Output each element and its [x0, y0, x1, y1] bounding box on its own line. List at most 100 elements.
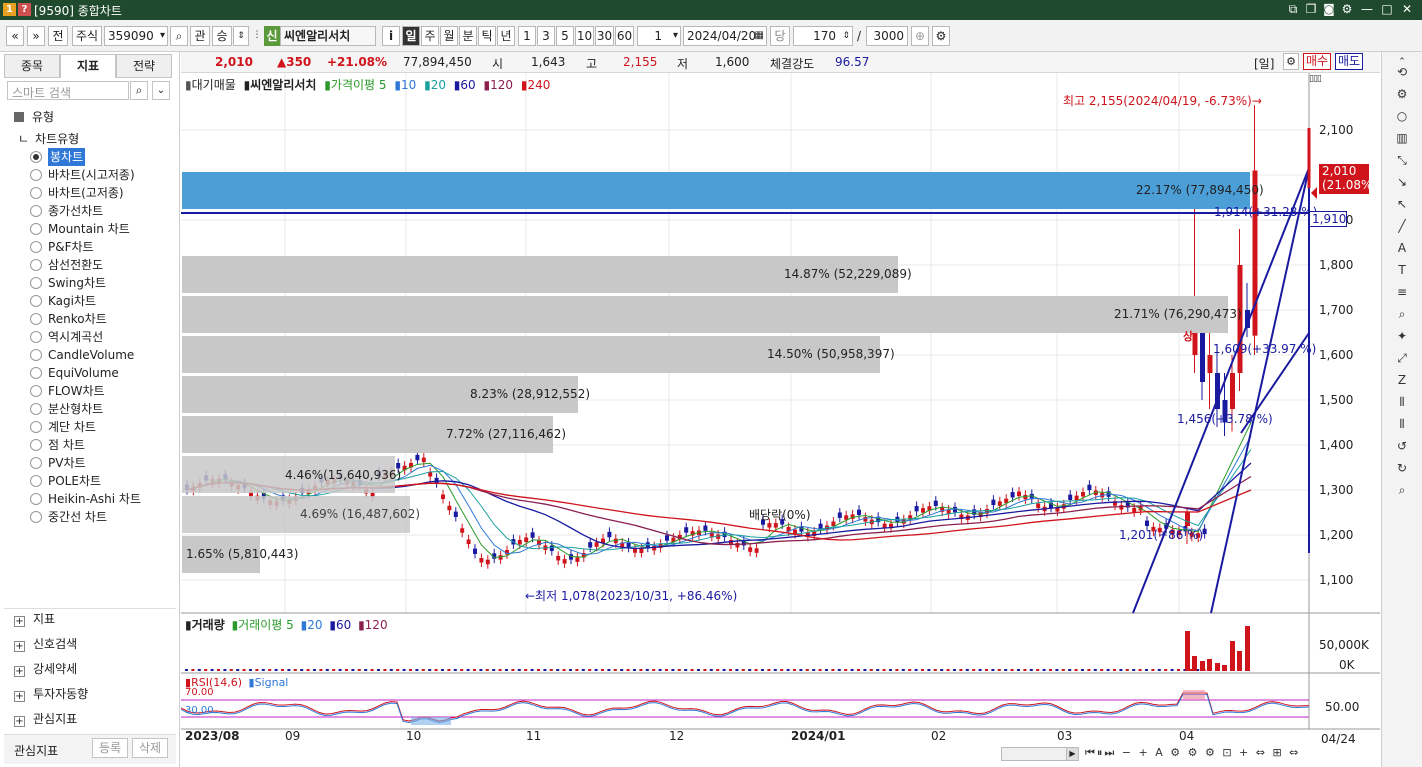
count-input[interactable]: 170 ⇕	[793, 26, 853, 46]
delete-button[interactable]: 삭제	[132, 738, 168, 758]
undo-icon[interactable]: ↺	[1391, 436, 1413, 456]
chevron-down-icon[interactable]: ▾	[160, 27, 165, 45]
collapse-icon[interactable]: ⌄	[152, 81, 170, 100]
axis-mode-icon[interactable]: ▯▯▯	[1309, 74, 1322, 84]
radio-icon[interactable]	[30, 511, 42, 523]
chart-gear-icon[interactable]: ⚙	[1283, 53, 1299, 70]
radio-icon[interactable]	[30, 295, 42, 307]
trend-icon[interactable]: ↘	[1391, 172, 1413, 192]
radio-icon[interactable]	[30, 349, 42, 361]
period-tick-button[interactable]: 틱	[478, 26, 496, 46]
minute-5-button[interactable]: 5	[556, 26, 574, 46]
fibo-icon[interactable]: ≡	[1391, 282, 1413, 302]
auto-icon[interactable]: A	[1391, 238, 1413, 258]
tab-strategy[interactable]: 전략	[116, 54, 172, 78]
total-input[interactable]: 3000	[866, 26, 908, 46]
gear-icon[interactable]: ⚙	[1338, 1, 1356, 18]
period-year-button[interactable]: 년	[497, 26, 515, 46]
minute-10-button[interactable]: 10	[575, 26, 594, 46]
bars2-icon[interactable]: ⦀	[1391, 414, 1413, 434]
radio-icon[interactable]	[30, 187, 42, 199]
section-0[interactable]: + 지표	[14, 608, 55, 630]
section-3[interactable]: + 투자자동향	[14, 683, 88, 705]
spinner-icon[interactable]: ⇕	[233, 26, 249, 46]
line-icon[interactable]: ╱	[1391, 216, 1413, 236]
minute-3-button[interactable]: 3	[537, 26, 555, 46]
radio-icon[interactable]	[30, 169, 42, 181]
zigzag-icon[interactable]: Z	[1391, 370, 1413, 390]
scale-icon[interactable]: ⤢	[1391, 348, 1413, 368]
radio-icon[interactable]	[30, 259, 42, 271]
bars-icon[interactable]: ⦀	[1391, 392, 1413, 412]
maximize-icon[interactable]: □	[1378, 1, 1396, 18]
minute-1-button[interactable]: 1	[518, 26, 536, 46]
radio-icon[interactable]	[30, 367, 42, 379]
chart-area[interactable]: 2,010 ▲350 +21.08% 77,894,450 시 1,643 고 …	[181, 52, 1380, 767]
expand-icon[interactable]: +	[14, 616, 25, 627]
calendar-icon[interactable]: ▦	[755, 27, 764, 45]
link-icon[interactable]: ⧉	[1284, 1, 1302, 18]
info-button[interactable]: i	[382, 26, 400, 46]
chart-scrollbar[interactable]: ▶	[1001, 747, 1079, 761]
radio-icon[interactable]	[30, 241, 42, 253]
radio-icon[interactable]	[30, 223, 42, 235]
spinner-icon[interactable]: ⇕	[842, 27, 850, 45]
minute-60-button[interactable]: 60	[615, 26, 634, 46]
market-select[interactable]: 주식	[72, 26, 102, 46]
radio-icon[interactable]	[30, 457, 42, 469]
radio-icon[interactable]	[30, 421, 42, 433]
section-4[interactable]: + 관심지표	[14, 708, 77, 730]
circle-icon[interactable]: ○	[1391, 106, 1413, 126]
prev-button[interactable]: «	[6, 26, 24, 46]
radio-icon[interactable]	[30, 475, 42, 487]
period-month-button[interactable]: 월	[440, 26, 458, 46]
bar-icon[interactable]: ▥	[1391, 128, 1413, 148]
copy-icon[interactable]: ❐	[1302, 1, 1320, 18]
register-button[interactable]: 등록	[92, 738, 128, 758]
close-icon[interactable]: ✕	[1398, 1, 1416, 18]
section-1[interactable]: + 신호검색	[14, 633, 77, 655]
minimize-icon[interactable]: —	[1358, 1, 1376, 18]
smart-search-input[interactable]: 스마트 검색	[7, 81, 129, 100]
radio-icon[interactable]	[30, 493, 42, 505]
radio-icon[interactable]	[30, 331, 42, 343]
search-icon[interactable]: ⌕	[130, 81, 148, 100]
period-minute-button[interactable]: 분	[459, 26, 477, 46]
search-icon[interactable]: ⌕	[1391, 480, 1413, 500]
cursor-icon[interactable]: ↖	[1391, 194, 1413, 214]
next-button[interactable]: »	[27, 26, 45, 46]
radio-icon[interactable]	[30, 151, 42, 163]
refresh-icon[interactable]: ⟲	[1391, 62, 1413, 82]
interval-input[interactable]: 1 ▾	[637, 26, 681, 46]
question-icon[interactable]: ?	[18, 3, 31, 16]
seung-button[interactable]: 승	[212, 26, 232, 46]
expand-icon[interactable]: +	[14, 666, 25, 677]
radio-icon[interactable]	[30, 277, 42, 289]
settings-gear-icon[interactable]: ⚙	[932, 26, 950, 46]
radio-icon[interactable]	[30, 439, 42, 451]
period-day-button[interactable]: 일	[402, 26, 420, 46]
buy-button[interactable]: 매수	[1303, 53, 1331, 70]
more-icon[interactable]: ⋮	[252, 26, 262, 46]
expand-icon[interactable]: +	[14, 691, 25, 702]
date-input[interactable]: 2024/04/20 ▦	[683, 26, 767, 46]
code-input[interactable]: 359090 ▾	[104, 26, 168, 46]
minute-30-button[interactable]: 30	[595, 26, 614, 46]
period-week-button[interactable]: 주	[421, 26, 439, 46]
radio-icon[interactable]	[30, 205, 42, 217]
magic-icon[interactable]: ✦	[1391, 326, 1413, 346]
jeon-button[interactable]: 전	[48, 26, 68, 46]
radio-icon[interactable]	[30, 385, 42, 397]
category-header[interactable]: 유형	[14, 108, 54, 125]
section-2[interactable]: + 강세약세	[14, 658, 77, 680]
sell-button[interactable]: 매도	[1335, 53, 1363, 70]
zoom-icon[interactable]: ⌕	[1391, 304, 1413, 324]
zoom-icon[interactable]: ⊕	[911, 26, 929, 46]
scroll-right-icon[interactable]: ▶	[1066, 748, 1078, 760]
expand-icon[interactable]: +	[14, 716, 25, 727]
expand-icon[interactable]: +	[14, 641, 25, 652]
dang-button[interactable]: 당	[770, 26, 790, 46]
search-icon[interactable]: ⌕	[170, 26, 188, 46]
redo-icon[interactable]: ↻	[1391, 458, 1413, 478]
chevron-down-icon[interactable]: ▾	[673, 27, 678, 45]
